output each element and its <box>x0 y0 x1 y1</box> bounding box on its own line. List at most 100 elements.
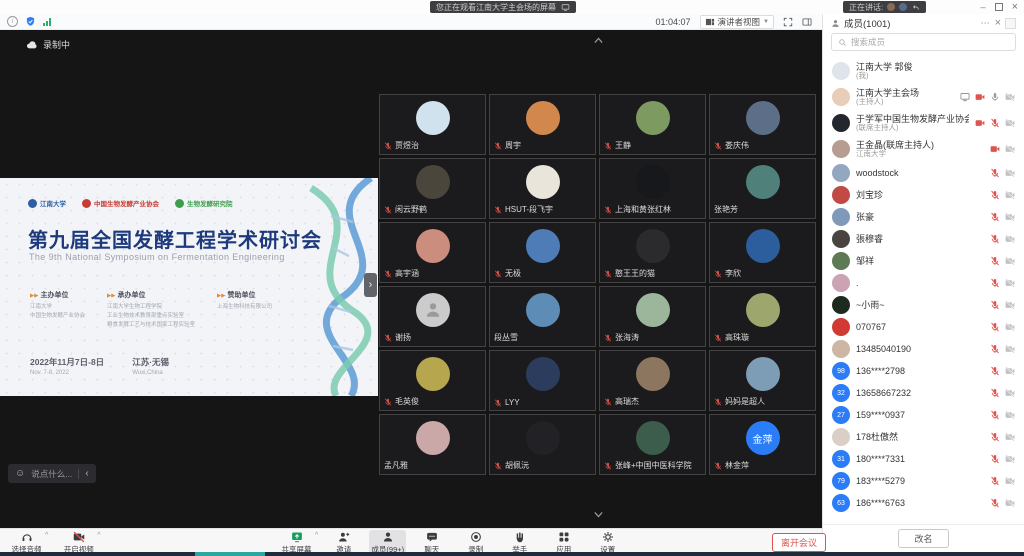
member-row[interactable]: 3213658667232 <box>823 382 1024 404</box>
participant-name: 胡佩沅 <box>505 460 529 471</box>
video-tile[interactable]: 周宇 <box>489 94 596 155</box>
member-row[interactable]: 31180****7331 <box>823 448 1024 470</box>
options-caret[interactable]: ^ <box>315 532 318 539</box>
member-text: ~小雨~ <box>856 300 885 310</box>
member-search-input[interactable]: 搜索成员 <box>831 33 1016 51</box>
mic-muted-icon <box>990 366 1000 376</box>
shield-icon[interactable] <box>25 16 36 27</box>
member-avatar <box>832 164 850 182</box>
slide-place-cn: 江苏·无锡 <box>132 356 169 368</box>
mic-muted-icon <box>990 410 1000 420</box>
video-tile[interactable]: 高宇涵 <box>379 222 486 283</box>
member-text: 070767 <box>856 322 886 332</box>
video-tile[interactable]: LYY <box>489 350 596 411</box>
member-row[interactable]: 张豪 <box>823 206 1024 228</box>
video-tile[interactable]: 毛英俊 <box>379 350 486 411</box>
side-panel-icon[interactable] <box>802 17 812 27</box>
mic-muted-icon <box>384 206 392 214</box>
info-icon[interactable]: i <box>7 16 18 27</box>
participant-avatar <box>746 229 780 263</box>
video-tile[interactable]: 王静 <box>599 94 706 155</box>
member-text: 江南大学 郭俊(我) <box>856 62 913 81</box>
video-tile[interactable]: 张海涛 <box>599 286 706 347</box>
topbar-right: 01:04:07 演讲者视图 ▼ <box>655 15 812 28</box>
member-row[interactable]: 070767 <box>823 316 1024 338</box>
close-panel-icon[interactable]: × <box>995 17 1001 29</box>
member-row[interactable]: . <box>823 272 1024 294</box>
video-tile[interactable]: 张艳芳 <box>709 158 816 219</box>
mic-muted-icon <box>494 399 502 407</box>
video-tile[interactable]: 张峰+中国中医科学院 <box>599 414 706 475</box>
video-tile[interactable]: 谢扬 <box>379 286 486 347</box>
video-grid: 贾煜治 周宇王静娄庆伟闲云野鹤 HSUT-段飞宇 上海和黄张红林张艳芳高宇涵无极憨王王… <box>379 94 820 478</box>
person-icon <box>831 19 840 28</box>
member-row[interactable]: 王金晶(联席主持人)江南大学 <box>823 136 1024 162</box>
video-tile[interactable]: 高珠璇 <box>709 286 816 347</box>
video-tile[interactable]: 娄庆伟 <box>709 94 816 155</box>
slide-column-line: 江南大学 <box>30 303 85 312</box>
cam-off-icon <box>1005 322 1015 332</box>
cam-off-icon <box>1005 388 1015 398</box>
member-row[interactable]: 63186****6763 <box>823 492 1024 514</box>
member-avatar <box>832 140 850 158</box>
member-name: 邹祥 <box>856 256 874 266</box>
member-row[interactable]: 于学军中国生物发酵产业协会(联席主持人) <box>823 110 1024 136</box>
close-window-button[interactable]: × <box>1012 1 1018 13</box>
video-tile[interactable]: 孟凡雅 <box>379 414 486 475</box>
video-tile[interactable]: 憨王王的猫 <box>599 222 706 283</box>
scroll-up-chevron-icon[interactable] <box>592 34 605 47</box>
network-signal-icon[interactable] <box>43 18 51 26</box>
video-tile[interactable]: 胡佩沅 <box>489 414 596 475</box>
emoji-icon[interactable]: ☺ <box>15 468 25 479</box>
video-tile[interactable]: 高瑞杰 <box>599 350 706 411</box>
member-row[interactable]: 邹祥 <box>823 250 1024 272</box>
rename-button[interactable]: 改名 <box>898 529 948 548</box>
video-tile[interactable]: 无极 <box>489 222 596 283</box>
member-row[interactable]: ~小雨~ <box>823 294 1024 316</box>
member-row[interactable]: 江南大学 郭俊(我) <box>823 58 1024 84</box>
member-avatar <box>832 208 850 226</box>
leave-meeting-button[interactable]: 离开会议 <box>772 533 826 552</box>
video-tile[interactable]: 上海和黄张红林 <box>599 158 706 219</box>
collapse-arrow-icon[interactable] <box>911 3 920 12</box>
dock-panel-button[interactable] <box>1005 18 1016 29</box>
chat-quick-bar[interactable]: ☺ 说点什么... ‹ <box>8 464 96 483</box>
slide-logo: 江南大学 <box>28 198 66 208</box>
member-row[interactable]: 27159****0937 <box>823 404 1024 426</box>
mic-muted-icon <box>990 256 1000 266</box>
slide-next-button[interactable]: › <box>364 273 377 297</box>
member-text: 王金晶(联席主持人)江南大学 <box>856 140 934 159</box>
video-tile[interactable]: 李欣 <box>709 222 816 283</box>
options-caret[interactable]: ^ <box>45 532 48 539</box>
member-avatar <box>832 230 850 248</box>
video-tile[interactable]: 贾煜治 <box>379 94 486 155</box>
collapse-chevron-icon[interactable]: ‹ <box>85 468 88 479</box>
member-row[interactable]: 98136****2798 <box>823 360 1024 382</box>
speaker-view-button[interactable]: 演讲者视图 ▼ <box>700 15 774 29</box>
mic-icon <box>990 92 1000 102</box>
options-caret[interactable]: ^ <box>97 532 100 539</box>
chat-placeholder[interactable]: 说点什么... <box>31 468 72 480</box>
participant-name: HSUT-段飞宇 <box>505 204 553 215</box>
video-tile[interactable]: 闲云野鹤 <box>379 158 486 219</box>
more-options-icon[interactable]: ⋯ <box>981 18 991 29</box>
member-row[interactable]: 張穆睿 <box>823 228 1024 250</box>
video-tile[interactable]: 段丛雪 <box>489 286 596 347</box>
slide-column-line: 工业生物技术教育部重点实验室 <box>107 312 195 321</box>
member-row[interactable]: 江南大学主会场(主持人) <box>823 84 1024 110</box>
mic-muted-icon <box>990 454 1000 464</box>
member-row[interactable]: 刘宝珍 <box>823 184 1024 206</box>
video-tile[interactable]: 妈妈是超人 <box>709 350 816 411</box>
scroll-down-chevron-icon[interactable] <box>592 508 605 521</box>
member-row[interactable]: 79183****5279 <box>823 470 1024 492</box>
fullscreen-icon[interactable] <box>783 17 793 27</box>
video-tile[interactable]: 金萍林金萍 <box>709 414 816 475</box>
minimize-button[interactable]: – <box>981 2 986 12</box>
member-row[interactable]: 13485040190 <box>823 338 1024 360</box>
cam-icon <box>990 144 1000 154</box>
member-row[interactable]: 178杜傲然 <box>823 426 1024 448</box>
restore-button[interactable] <box>995 3 1003 11</box>
video-tile[interactable]: HSUT-段飞宇 <box>489 158 596 219</box>
participant-name: 贾煜治 <box>395 140 419 151</box>
member-row[interactable]: woodstock <box>823 162 1024 184</box>
